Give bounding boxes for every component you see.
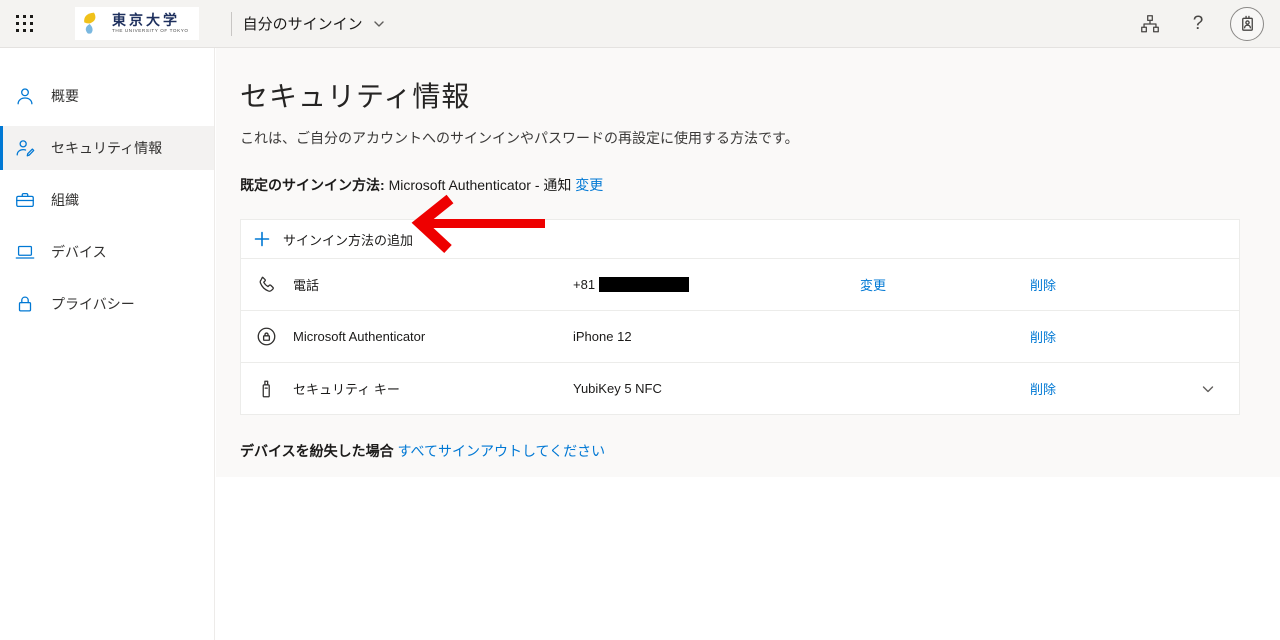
account-avatar[interactable] <box>1230 7 1264 41</box>
redacted-phone-number <box>599 277 689 292</box>
default-method-value: Microsoft Authenticator - 通知 <box>389 177 572 193</box>
method-row-phone: 電話 +81 変更 削除 <box>241 258 1239 310</box>
top-bar: 東京大学 THE UNIVERSITY OF TOKYO 自分のサインイン ? <box>0 0 1280 48</box>
change-default-method-link[interactable]: 変更 <box>575 177 603 193</box>
sidebar-item-label: 概要 <box>51 86 79 106</box>
security-info-page: セキュリティ情報 これは、ご自分のアカウントへのサインインやパスワードの再設定に… <box>216 48 1280 477</box>
method-detail: +81 <box>573 277 595 292</box>
app-launcher-button[interactable] <box>0 0 48 48</box>
topbar-divider <box>231 12 232 36</box>
method-row-security-key: セキュリティ キー YubiKey 5 NFC 削除 <box>241 362 1239 414</box>
add-signin-method-button[interactable]: サインイン方法の追加 <box>241 220 1239 258</box>
lost-device-line: デバイスを紛失した場合 すべてサインアウトしてください <box>240 441 1280 461</box>
sidebar-item-security-info[interactable]: セキュリティ情報 <box>0 126 214 170</box>
method-name: セキュリティ キー <box>293 379 573 398</box>
id-badge-icon <box>1238 14 1257 33</box>
method-name: Microsoft Authenticator <box>293 329 573 344</box>
waffle-icon <box>16 15 33 32</box>
sidebar-item-label: 組織 <box>51 190 79 210</box>
briefcase-icon <box>14 189 36 211</box>
help-button[interactable]: ? <box>1178 4 1218 44</box>
change-phone-link[interactable]: 変更 <box>860 278 886 293</box>
sidebar-item-privacy[interactable]: プライバシー <box>0 282 214 326</box>
sidebar: 概要 セキュリティ情報 組織 デバイス プライバシー <box>0 48 215 640</box>
page-subtitle: これは、ご自分のアカウントへのサインインやパスワードの再設定に使用する方法です。 <box>240 128 1280 148</box>
sidebar-item-devices[interactable]: デバイス <box>0 230 214 274</box>
logo-text-jp: 東京大学 <box>112 13 189 27</box>
person-icon <box>14 85 36 107</box>
method-detail: YubiKey 5 NFC <box>573 381 662 396</box>
signin-methods-table: サインイン方法の追加 電話 +81 変更 削除 <box>240 219 1240 415</box>
lock-icon <box>14 293 36 315</box>
default-method-label: 既定のサインイン方法: <box>240 177 385 193</box>
app-title: 自分のサインイン <box>243 13 363 34</box>
phone-icon <box>255 274 277 296</box>
person-edit-icon <box>14 137 36 159</box>
chevron-down-icon <box>373 18 385 30</box>
method-row-authenticator: Microsoft Authenticator iPhone 12 削除 <box>241 310 1239 362</box>
ginkgo-leaf-icon <box>81 10 107 37</box>
sidebar-item-label: プライバシー <box>51 294 135 314</box>
delete-phone-link[interactable]: 削除 <box>1030 278 1056 293</box>
app-title-dropdown[interactable]: 自分のサインイン <box>243 13 385 34</box>
plus-icon <box>254 231 270 247</box>
lost-device-label: デバイスを紛失した場合 <box>240 443 394 459</box>
expand-chevron-icon[interactable] <box>1201 382 1215 396</box>
add-method-label: サインイン方法の追加 <box>283 230 413 249</box>
delete-authenticator-link[interactable]: 削除 <box>1030 330 1056 345</box>
usb-key-icon <box>255 378 277 400</box>
logo-text-en: THE UNIVERSITY OF TOKYO <box>112 29 189 34</box>
method-detail: iPhone 12 <box>573 329 632 344</box>
sidebar-item-label: デバイス <box>51 242 107 262</box>
method-name: 電話 <box>293 275 573 294</box>
org-hierarchy-icon <box>1139 13 1161 35</box>
laptop-icon <box>14 241 36 263</box>
default-signin-method-line: 既定のサインイン方法: Microsoft Authenticator - 通知… <box>240 175 1280 195</box>
sidebar-item-overview[interactable]: 概要 <box>0 74 214 118</box>
authenticator-icon <box>255 325 278 348</box>
sidebar-item-organizations[interactable]: 組織 <box>0 178 214 222</box>
university-logo[interactable]: 東京大学 THE UNIVERSITY OF TOKYO <box>75 7 199 40</box>
page-title: セキュリティ情報 <box>240 75 1280 115</box>
help-icon: ? <box>1193 13 1204 35</box>
delete-security-key-link[interactable]: 削除 <box>1030 382 1056 397</box>
sidebar-item-label: セキュリティ情報 <box>51 138 162 158</box>
sign-out-everywhere-link[interactable]: すべてサインアウトしてください <box>397 443 605 459</box>
organization-switcher-button[interactable] <box>1130 4 1170 44</box>
